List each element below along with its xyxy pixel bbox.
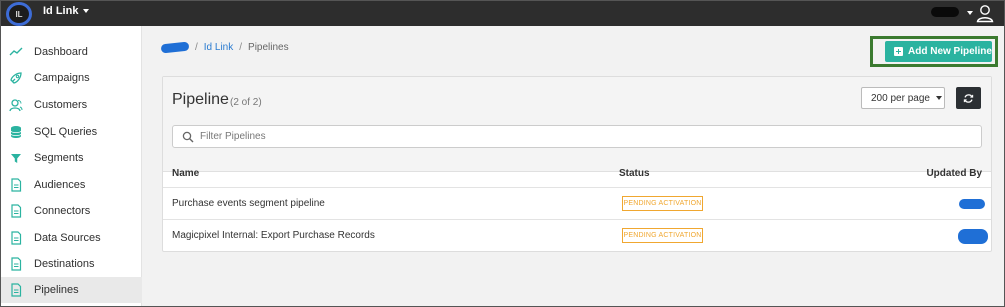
top-bar: IL Id Link	[0, 0, 1005, 26]
document-icon	[11, 231, 22, 245]
refresh-icon	[963, 93, 974, 103]
add-new-pipeline-label: Add New Pipeline	[908, 46, 992, 57]
table-row[interactable]: Magicpixel Internal: Export Purchase Rec…	[163, 219, 991, 251]
rocket-icon	[10, 72, 22, 84]
sidebar-item-label: Data Sources	[34, 232, 101, 244]
sidebar-item-sql-queries[interactable]: SQL Queries	[0, 119, 142, 145]
sidebar-item-data-sources[interactable]: Data Sources	[0, 225, 142, 251]
app-menu-label: Id Link	[43, 5, 79, 17]
redacted-breadcrumb-root[interactable]	[160, 41, 190, 54]
search-icon	[182, 131, 194, 143]
sidebar-item-pipelines[interactable]: Pipelines	[0, 277, 142, 303]
column-header-status[interactable]: Status	[619, 168, 650, 179]
chevron-down-icon	[935, 96, 942, 100]
plus-square-icon	[894, 47, 903, 56]
per-page-select[interactable]: 200 per page	[861, 87, 945, 109]
pipeline-name[interactable]: Purchase events segment pipeline	[172, 198, 325, 209]
sidebar-item-destinations[interactable]: Destinations	[0, 251, 142, 277]
sidebar-item-audiences[interactable]: Audiences	[0, 172, 142, 198]
status-badge: PENDING ACTIVATION	[622, 228, 703, 243]
breadcrumb-current: Pipelines	[248, 42, 289, 53]
sidebar-item-connectors[interactable]: Connectors	[0, 198, 142, 224]
table-row[interactable]: Purchase events segment pipeline PENDING…	[163, 187, 991, 219]
sidebar-item-label: Campaigns	[34, 72, 90, 84]
column-header-name[interactable]: Name	[172, 168, 199, 179]
breadcrumb-separator: /	[195, 42, 198, 53]
per-page-value: 200 per page	[871, 92, 930, 104]
trend-icon	[9, 47, 23, 56]
chevron-down-icon	[83, 9, 90, 13]
user-menu-chevron-down-icon[interactable]	[967, 11, 973, 15]
panel-title: Pipeline	[172, 91, 229, 108]
filter-pipelines-input[interactable]	[200, 128, 970, 145]
sidebar-item-dashboard[interactable]: Dashboard	[0, 39, 142, 65]
sidebar-item-label: Destinations	[34, 258, 95, 270]
sidebar-item-customers[interactable]: Customers	[0, 92, 142, 118]
breadcrumb-separator: /	[239, 42, 243, 53]
app-switcher-menu[interactable]: Id Link	[43, 5, 90, 17]
pipeline-name[interactable]: Magicpixel Internal: Export Purchase Rec…	[172, 230, 375, 241]
document-icon	[11, 257, 22, 271]
redacted-updated-by	[958, 229, 988, 244]
document-icon	[11, 283, 22, 297]
document-icon	[11, 204, 22, 218]
redacted-updated-by	[959, 199, 985, 209]
filter-pipelines-field[interactable]	[172, 125, 982, 148]
sidebar-item-segments[interactable]: Segments	[0, 145, 142, 171]
sidebar-item-label: Customers	[34, 99, 88, 111]
sidebar-item-label: SQL Queries	[34, 126, 98, 138]
sidebar-item-campaigns[interactable]: Campaigns	[0, 65, 142, 91]
database-icon	[10, 126, 22, 139]
sidebar-item-label: Dashboard	[34, 46, 88, 58]
status-badge: PENDING ACTIVATION	[622, 196, 703, 211]
filter-icon	[11, 154, 21, 163]
customers-icon	[9, 99, 23, 112]
sidebar-item-label: Segments	[34, 152, 84, 164]
user-icon[interactable]	[975, 3, 995, 23]
refresh-button[interactable]	[956, 87, 981, 109]
redacted-username[interactable]	[931, 7, 959, 17]
add-new-pipeline-button[interactable]: Add New Pipeline	[885, 41, 992, 62]
app-logo[interactable]: IL	[6, 2, 32, 26]
breadcrumb: / Id Link / Pipelines	[160, 41, 289, 54]
logo-text: IL	[15, 9, 23, 19]
sidebar-item-label: Audiences	[34, 179, 86, 191]
panel-header: Pipeline (2 of 2) 200 per page	[163, 77, 991, 172]
sidebar-item-label: Connectors	[34, 205, 91, 217]
sidebar: Dashboard Campaigns Customers SQL Querie…	[0, 26, 142, 307]
breadcrumb-link[interactable]: Id Link	[204, 42, 233, 53]
document-icon	[11, 178, 22, 192]
column-header-updated-by[interactable]: Updated By	[926, 168, 982, 179]
panel-count: (2 of 2)	[230, 97, 262, 108]
pipeline-panel: Pipeline (2 of 2) 200 per page Name Stat…	[162, 76, 992, 252]
sidebar-item-label: Pipelines	[34, 284, 79, 296]
